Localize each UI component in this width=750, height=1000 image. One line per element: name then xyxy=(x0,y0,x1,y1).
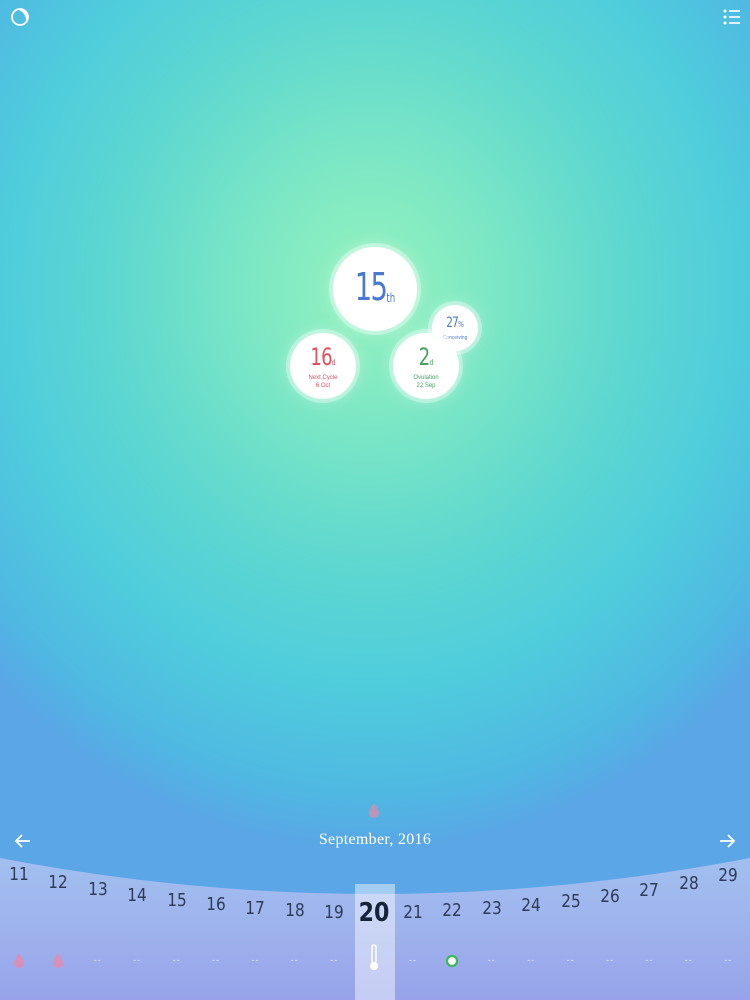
empty-mark: -- xyxy=(487,955,496,965)
next-cycle-label: Next Cycle xyxy=(308,375,338,381)
cycle-day-bubble[interactable]: 15th xyxy=(333,247,417,331)
calendar-day[interactable]: 26 xyxy=(594,886,626,907)
empty-mark: -- xyxy=(212,955,220,965)
thermometer-icon xyxy=(364,944,384,974)
calendar-day[interactable]: 19 xyxy=(318,902,350,923)
calendar-day[interactable]: 27 xyxy=(633,880,665,901)
calendar-day[interactable]: 13 xyxy=(82,879,114,900)
next-cycle-date: 6 Oct xyxy=(315,383,331,389)
month-label: September, 2016 xyxy=(318,831,432,848)
calendar-day[interactable]: 24 xyxy=(515,895,547,916)
arrow-right-icon[interactable] xyxy=(717,831,737,851)
calendar-day[interactable]: 16 xyxy=(200,894,232,915)
cycle-day-value: 15th xyxy=(354,265,396,309)
calendar-day[interactable]: 15 xyxy=(160,890,192,911)
calendar-strip: 11 12 13 -- 14 -- 15 -- 16 -- 17 -- 18 -- 19 -- 20 21 -- 22… xyxy=(0,0,750,1000)
calendar-day[interactable]: 22 xyxy=(436,900,468,921)
empty-mark: -- xyxy=(409,955,417,965)
next-cycle-bubble[interactable]: 16d Next Cycle 6 Oct xyxy=(290,333,356,399)
empty-mark: -- xyxy=(93,955,102,965)
calendar-day[interactable]: 21 xyxy=(397,902,429,923)
calendar-day[interactable]: 11 xyxy=(3,864,35,885)
ovulation-value: 2d xyxy=(418,343,434,371)
empty-mark: -- xyxy=(133,955,142,965)
empty-mark: -- xyxy=(172,955,181,965)
ovulation-circle-icon xyxy=(442,952,462,970)
ovulation-bubble[interactable]: 2d Ovulation 22 Sep xyxy=(393,333,459,399)
empty-mark: -- xyxy=(645,955,654,965)
calendar-day[interactable]: 28 xyxy=(673,873,705,894)
moon-icon[interactable] xyxy=(10,7,30,27)
calendar-day[interactable]: 17 xyxy=(239,898,271,919)
drop-icon xyxy=(9,952,29,970)
empty-mark: -- xyxy=(290,955,299,965)
empty-mark: -- xyxy=(566,955,575,965)
calendar-day[interactable]: 18 xyxy=(279,900,311,921)
calendar-day[interactable]: 14 xyxy=(121,885,153,906)
drop-icon xyxy=(48,952,68,970)
calendar-day[interactable]: 25 xyxy=(554,891,586,912)
empty-mark: -- xyxy=(251,955,260,965)
empty-mark: -- xyxy=(606,955,614,965)
ovulation-label: Ovulation xyxy=(413,375,439,381)
empty-mark: -- xyxy=(527,955,536,965)
drop-icon xyxy=(368,802,380,818)
calendar-day[interactable]: 20 xyxy=(357,898,389,928)
conceiving-value: 27% xyxy=(446,315,464,331)
next-cycle-value: 16d xyxy=(310,343,336,371)
list-icon[interactable] xyxy=(722,8,742,26)
empty-mark: -- xyxy=(724,955,733,965)
empty-mark: -- xyxy=(684,955,693,965)
calendar-day[interactable]: 12 xyxy=(42,872,74,893)
calendar-day[interactable]: 29 xyxy=(712,865,744,886)
ovulation-date: 22 Sep xyxy=(416,383,436,389)
empty-mark: -- xyxy=(330,955,339,965)
calendar-day[interactable]: 23 xyxy=(476,898,508,919)
